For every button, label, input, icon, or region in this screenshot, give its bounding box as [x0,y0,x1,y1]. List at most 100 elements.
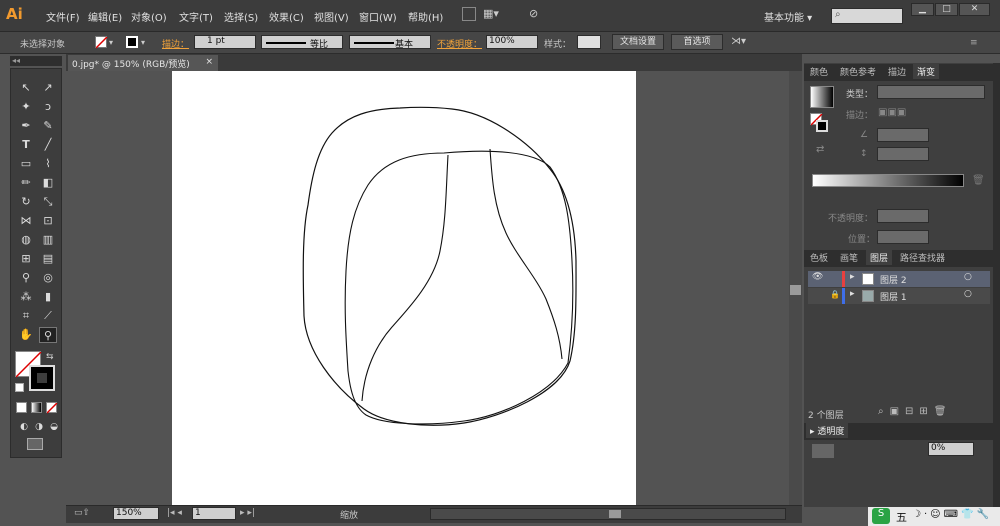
ime-mode-label[interactable]: 五 [896,509,907,525]
default-colors-icon[interactable] [15,383,24,392]
draw-inside-icon[interactable]: ◒ [45,419,63,435]
menu-edit[interactable]: 编辑(E) [88,9,122,24]
selection-tool-icon[interactable]: ↖ [17,80,35,96]
paintbrush-tool-icon[interactable]: ⌇ [39,156,57,172]
direct-selection-tool-icon[interactable]: ↗ [39,80,57,96]
brush-definition[interactable]: 基本 [349,35,431,50]
stroke-label[interactable]: 描边： [162,37,189,50]
panel-menu-icon[interactable]: ≡ [970,38,978,48]
workspace-switcher[interactable]: 基本功能 ▾ [764,9,812,24]
preferences-button[interactable]: 首选项 [671,34,723,50]
horizontal-scroll-thumb[interactable] [609,510,621,518]
menu-effect[interactable]: 效果(C) [269,9,304,24]
gradient-position-input[interactable] [877,230,929,244]
stroke-dropdown-arrow[interactable]: ▾ [141,38,145,47]
stroke-swatch[interactable] [126,36,138,48]
zoom-tool-icon[interactable]: ⚲ [39,327,57,343]
fill-dropdown-arrow[interactable]: ▾ [109,38,113,47]
tab-brushes[interactable]: 画笔 [836,250,862,265]
blend-tool-icon[interactable]: ◎ [39,270,57,286]
menu-window[interactable]: 窗口(W) [359,9,397,24]
target-circle-icon[interactable]: ○ [964,289,972,299]
lasso-tool-icon[interactable]: ↄ [39,99,57,115]
gradient-type-select[interactable] [877,85,985,99]
mesh-tool-icon[interactable]: ⊞ [17,251,35,267]
artboard-number-input[interactable]: 1 [192,507,236,520]
stroke-color-box[interactable] [29,365,55,391]
next-artboard-icon[interactable]: ▸ ▸| [240,508,255,518]
layer-name[interactable]: 图层 1 [880,290,907,303]
blend-mode-select[interactable] [812,444,834,458]
vertical-scrollbar[interactable] [789,71,802,505]
graphic-style-swatch[interactable] [577,35,601,49]
opacity-label[interactable]: 不透明度： [437,37,482,50]
artboard-tool-icon[interactable]: ⌗ [17,308,35,324]
pen-tool-icon[interactable]: ✒ [17,118,35,134]
stroke-gradient-type-icons[interactable]: ▣▣▣ [878,107,930,120]
gpu-performance-icon[interactable]: ⊘ [529,7,545,21]
perspective-grid-tool-icon[interactable]: ▥ [39,232,57,248]
eyedropper-tool-icon[interactable]: ⚲ [17,270,35,286]
dock-collapse-strip[interactable] [993,63,1000,507]
swap-fill-stroke-icon[interactable]: ⇆ [46,352,54,362]
close-window-button[interactable]: ✕ [959,3,990,16]
opacity-input[interactable]: 100% [486,35,538,49]
column-graph-tool-icon[interactable]: ▮ [39,289,57,305]
tab-swatches[interactable]: 色板 [806,250,832,265]
gradient-opacity-input[interactable] [877,209,929,223]
previous-artboard-icon[interactable]: |◂ ◂ [167,508,182,518]
help-search-input[interactable]: ⌕ [831,8,903,24]
variable-width-profile[interactable]: 等比 [261,35,343,50]
shape-builder-tool-icon[interactable]: ◍ [17,232,35,248]
symbol-sprayer-tool-icon[interactable]: ⁂ [17,289,35,305]
transparency-opacity-input[interactable]: 0% [928,442,974,456]
scroll-thumb[interactable] [790,285,801,295]
document-setup-button[interactable]: 文档设置 [612,34,664,50]
outer-shape-path[interactable] [302,106,577,426]
gradient-stroke-swatch[interactable] [816,120,828,132]
inner-shape-path[interactable] [344,150,574,425]
screen-mode-icon[interactable] [27,438,43,450]
ime-logo-icon[interactable]: S [872,508,890,524]
gradient-slider[interactable] [812,174,964,187]
ime-tool-icons[interactable]: ☽·☺⌨👕🔧 [912,509,992,520]
gradient-mode-icon[interactable] [31,402,42,413]
delete-stop-icon[interactable]: 🗑 [972,175,985,186]
none-mode-icon[interactable] [46,402,58,414]
scale-tool-icon[interactable]: ⤡ [39,194,57,210]
zoom-level-input[interactable]: 150% [113,507,159,520]
eraser-tool-icon[interactable]: ◧ [39,175,57,191]
pencil-tool-icon[interactable]: ✏ [17,175,35,191]
close-document-icon[interactable]: × [205,57,213,67]
visibility-eye-icon[interactable]: 👁 [812,272,823,282]
color-mode-icon[interactable] [16,402,27,413]
layer-row[interactable]: 👁 ▸ 图层 2 ○ [808,271,990,287]
tab-pathfinder[interactable]: 路径查找器 [896,250,949,265]
menu-view[interactable]: 视图(V) [314,9,349,24]
rectangle-tool-icon[interactable]: ▭ [17,156,35,172]
free-transform-tool-icon[interactable]: ⊡ [39,213,57,229]
left-divider-path[interactable] [361,154,449,402]
menu-help[interactable]: 帮助(H) [408,9,443,24]
artboard-navigate-icon[interactable]: ▭⇧ [74,508,90,518]
tab-gradient[interactable]: 渐变 [913,64,940,79]
fill-swatch[interactable] [95,36,108,49]
gradient-tool-icon[interactable]: ▤ [39,251,57,267]
target-circle-icon[interactable]: ○ [964,272,972,282]
document-tab[interactable]: 0.jpg* @ 150% (RGB/预览) × [68,55,218,71]
tab-color[interactable]: 颜色 [806,64,832,79]
line-tool-icon[interactable]: ╱ [39,137,57,153]
curvature-tool-icon[interactable]: ✎ [39,118,57,134]
gradient-aspect-input[interactable] [877,147,929,161]
gradient-preview-swatch[interactable] [810,86,834,108]
bridge-icon[interactable] [462,7,476,21]
lock-icon[interactable]: 🔒 [830,290,840,299]
tab-color-guide[interactable]: 颜色参考 [836,64,880,79]
width-tool-icon[interactable]: ⋈ [17,213,35,229]
layer-name[interactable]: 图层 2 [880,273,907,286]
menu-object[interactable]: 对象(O) [131,9,167,24]
slice-tool-icon[interactable]: ⟋ [39,308,57,324]
horizontal-scrollbar[interactable] [430,508,786,520]
layer-row[interactable]: 🔒 ▸ 图层 1 ○ [808,288,990,304]
minimize-button[interactable]: ▁ [911,3,934,16]
